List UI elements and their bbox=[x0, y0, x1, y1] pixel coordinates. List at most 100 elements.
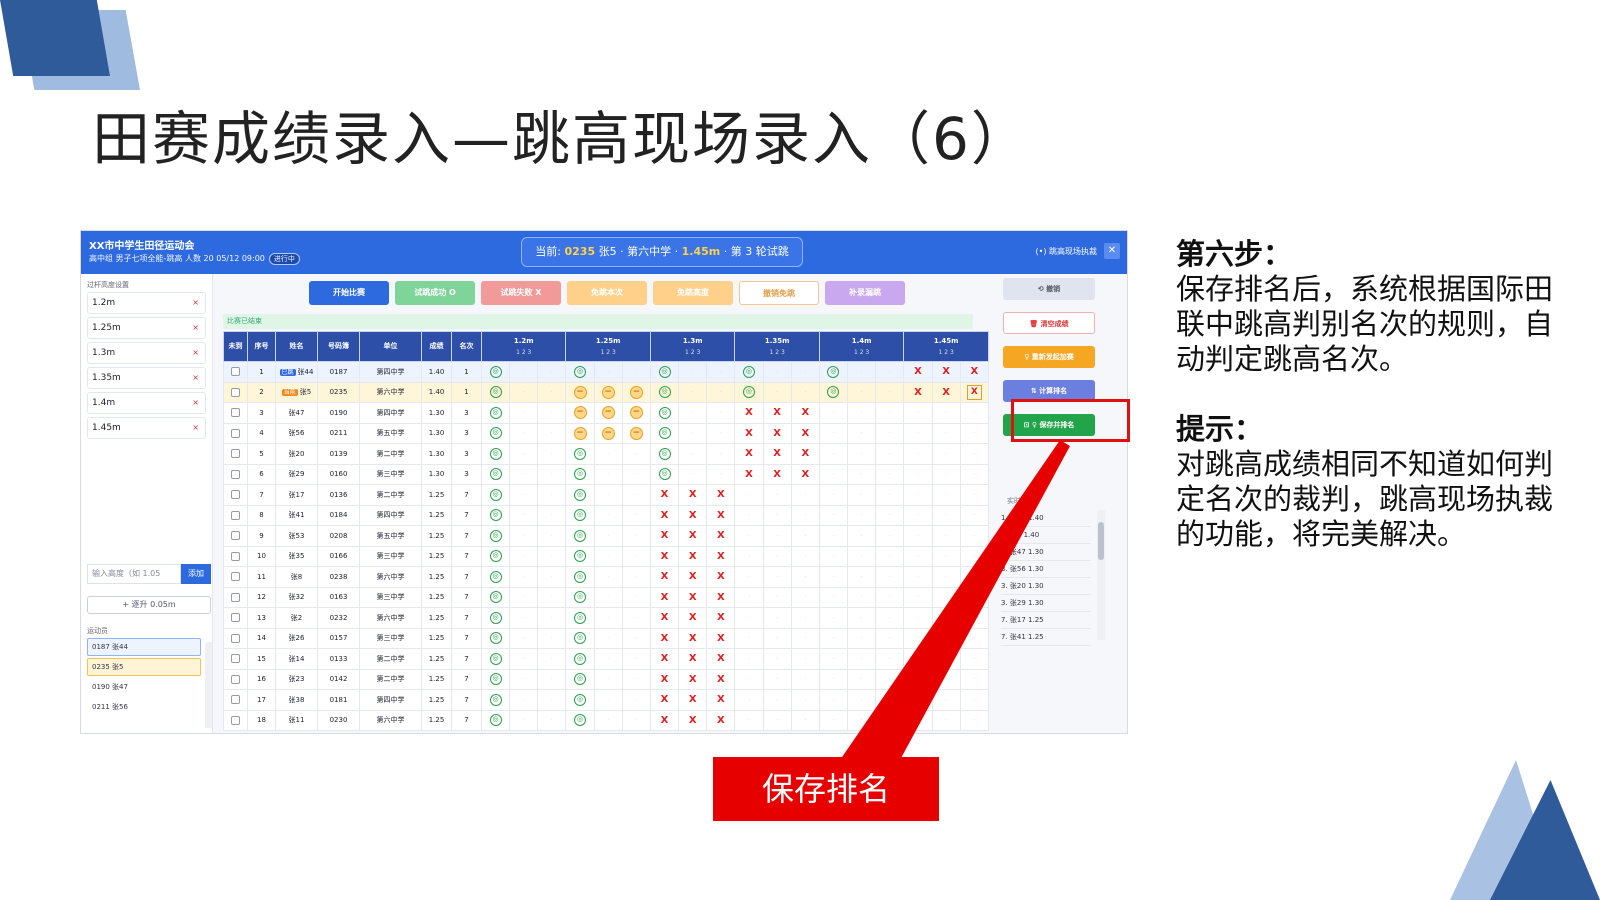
attempt-cell[interactable]: · bbox=[790, 709, 820, 731]
height-item[interactable]: 1.45m × bbox=[87, 417, 206, 439]
attempt-cell[interactable]: · bbox=[931, 422, 961, 444]
attempt-cell[interactable]: · bbox=[762, 566, 792, 588]
attempt-cell[interactable]: · bbox=[509, 504, 539, 526]
attempt-cell[interactable]: · bbox=[875, 381, 905, 403]
attempt-cell[interactable]: · bbox=[903, 586, 933, 608]
close-button[interactable]: ✕ bbox=[1104, 243, 1120, 259]
attempt-cell[interactable]: X bbox=[678, 689, 708, 711]
attempt-cell[interactable]: · bbox=[621, 607, 651, 629]
attempt-cell[interactable]: · bbox=[762, 525, 792, 547]
attempt-cell[interactable]: · bbox=[847, 504, 877, 526]
attempt-cell[interactable]: · bbox=[959, 484, 990, 506]
attempt-cell[interactable]: · bbox=[903, 566, 933, 588]
attempt-cell[interactable]: · bbox=[875, 627, 905, 649]
attempt-cell[interactable]: · bbox=[847, 586, 877, 608]
attempt-cell[interactable]: · bbox=[509, 463, 539, 485]
absent-cell[interactable] bbox=[223, 545, 248, 567]
attempt-cell[interactable]: · bbox=[903, 627, 933, 649]
attempt-cell[interactable]: ◎ bbox=[734, 381, 764, 403]
attempt-cell[interactable]: · bbox=[903, 648, 933, 670]
height-item[interactable]: 1.4m × bbox=[87, 392, 206, 414]
restart-jumpoff-button[interactable]: ♀ 重新发起加赛 bbox=[1003, 346, 1095, 368]
attempt-cell[interactable]: X bbox=[649, 648, 680, 670]
attempt-cell[interactable]: · bbox=[509, 484, 539, 506]
attempt-cell[interactable]: · bbox=[959, 607, 990, 629]
attempt-cell[interactable]: · bbox=[509, 709, 539, 731]
absent-checkbox[interactable] bbox=[231, 572, 240, 582]
attempt-cell[interactable]: X bbox=[734, 422, 764, 444]
attempt-cell[interactable]: X bbox=[649, 668, 680, 690]
attempt-cell[interactable]: X bbox=[734, 402, 764, 424]
attempt-cell[interactable]: ◎ bbox=[818, 361, 849, 383]
absent-checkbox[interactable] bbox=[231, 428, 240, 438]
attempt-cell[interactable]: · bbox=[959, 443, 990, 465]
attempt-cell[interactable]: · bbox=[847, 648, 877, 670]
attempt-cell[interactable]: · bbox=[706, 402, 736, 424]
attempt-cell[interactable]: · bbox=[621, 566, 651, 588]
table-row[interactable]: 6 张29 0160 第三中学 1.30 3 ◎ · · ◎ · · ◎ · · X X X · · · · · · bbox=[223, 463, 990, 485]
attempt-cell[interactable]: · bbox=[847, 484, 877, 506]
attempt-cell[interactable]: · bbox=[959, 668, 990, 690]
attempt-cell[interactable]: · bbox=[762, 361, 792, 383]
attempt-cell[interactable]: − bbox=[621, 381, 651, 403]
attempt-cell[interactable]: · bbox=[875, 443, 905, 465]
attempt-cell[interactable]: X bbox=[959, 361, 990, 383]
attempt-cell[interactable]: · bbox=[762, 484, 792, 506]
attempt-cell[interactable]: · bbox=[959, 545, 990, 567]
attempt-cell[interactable]: · bbox=[931, 402, 961, 424]
absent-cell[interactable] bbox=[223, 709, 248, 731]
attempt-cell[interactable]: · bbox=[903, 545, 933, 567]
absent-checkbox[interactable] bbox=[231, 531, 240, 541]
attempt-cell[interactable]: ◎ bbox=[649, 422, 680, 444]
attempt-cell[interactable]: X bbox=[734, 443, 764, 465]
attempt-cell[interactable]: X bbox=[931, 381, 961, 403]
absent-cell[interactable] bbox=[223, 627, 248, 649]
backfill-button[interactable]: 补录漏跳 bbox=[825, 281, 905, 305]
attempt-cell[interactable]: ◎ bbox=[565, 566, 595, 588]
attempt-cell[interactable]: − bbox=[565, 402, 595, 424]
attempt-cell[interactable]: ◎ bbox=[480, 402, 511, 424]
attempt-cell[interactable]: X bbox=[678, 545, 708, 567]
attempt-cell[interactable]: · bbox=[847, 709, 877, 731]
height-item[interactable]: 1.3m × bbox=[87, 342, 206, 364]
attempt-cell[interactable]: · bbox=[509, 689, 539, 711]
attempt-cell[interactable]: X bbox=[790, 443, 820, 465]
attempt-cell[interactable]: · bbox=[621, 627, 651, 649]
attempt-cell[interactable]: · bbox=[593, 607, 623, 629]
attempt-cell[interactable]: · bbox=[847, 566, 877, 588]
attempt-cell[interactable]: · bbox=[706, 361, 736, 383]
attempt-cell[interactable]: · bbox=[762, 627, 792, 649]
attempt-cell[interactable]: · bbox=[959, 525, 990, 547]
absent-checkbox[interactable] bbox=[231, 592, 240, 602]
skip-height-button[interactable]: 免跳高度 bbox=[653, 281, 733, 305]
table-row[interactable]: 9 张53 0208 第五中学 1.25 7 ◎ · · ◎ · · X X X · · · · · · · · · bbox=[223, 525, 990, 547]
attempt-cell[interactable]: · bbox=[537, 504, 567, 526]
attempt-cell[interactable]: · bbox=[903, 504, 933, 526]
attempt-cell[interactable]: · bbox=[537, 361, 567, 383]
attempt-cell[interactable]: · bbox=[537, 484, 567, 506]
attempt-cell[interactable]: · bbox=[537, 627, 567, 649]
attempt-cell[interactable]: · bbox=[875, 525, 905, 547]
attempt-cell[interactable]: · bbox=[959, 463, 990, 485]
absent-checkbox[interactable] bbox=[231, 449, 240, 459]
attempt-cell[interactable]: · bbox=[621, 668, 651, 690]
attempt-cell[interactable]: X bbox=[706, 586, 736, 608]
attempt-cell[interactable]: X bbox=[649, 709, 680, 731]
attempt-cell[interactable]: ◎ bbox=[565, 545, 595, 567]
remove-icon[interactable]: × bbox=[192, 318, 199, 338]
table-row[interactable]: 10 张35 0166 第三中学 1.25 7 ◎ · · ◎ · · X X X · · · · · · · · · bbox=[223, 545, 990, 567]
absent-cell[interactable] bbox=[223, 402, 248, 424]
attempt-cell[interactable]: · bbox=[931, 525, 961, 547]
attempt-cell[interactable]: X bbox=[649, 504, 680, 526]
attempt-cell[interactable]: · bbox=[593, 545, 623, 567]
attempt-cell[interactable]: · bbox=[734, 607, 764, 629]
attempt-cell[interactable]: · bbox=[847, 443, 877, 465]
attempt-cell[interactable]: ◎ bbox=[565, 607, 595, 629]
attempt-cell[interactable]: · bbox=[593, 709, 623, 731]
attempt-cell[interactable]: ◎ bbox=[565, 463, 595, 485]
remove-icon[interactable]: × bbox=[192, 393, 199, 413]
attempt-cell[interactable]: · bbox=[593, 566, 623, 588]
attempt-cell[interactable]: · bbox=[621, 443, 651, 465]
attempt-cell[interactable]: · bbox=[509, 361, 539, 383]
attempt-cell[interactable]: · bbox=[875, 484, 905, 506]
